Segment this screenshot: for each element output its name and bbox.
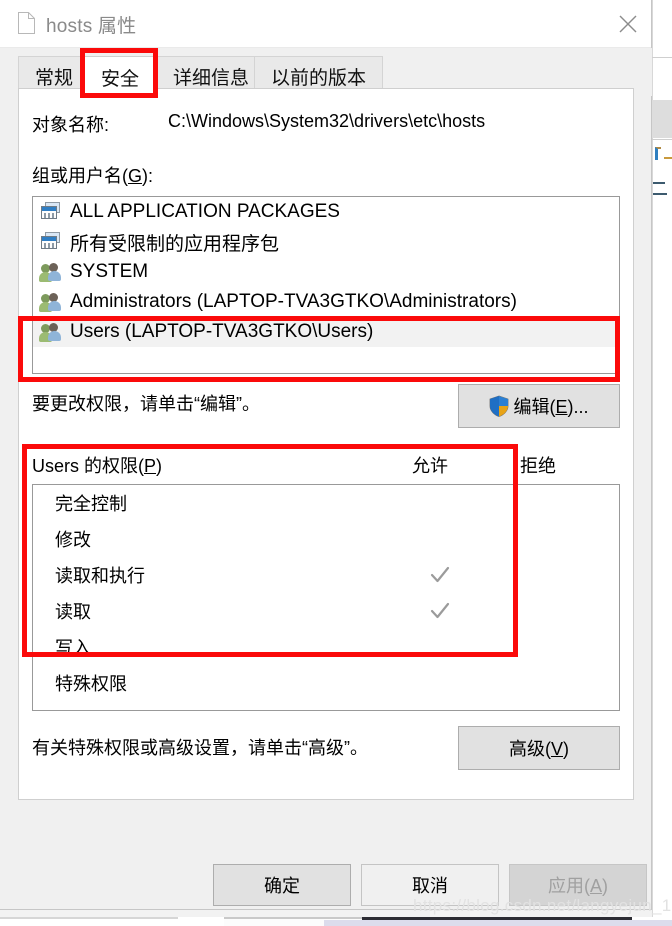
- allow-checkmark-icon: [428, 563, 452, 587]
- window-title: hosts 属性: [46, 16, 137, 37]
- principal-users-row[interactable]: Users (LAPTOP-TVA3GTKO\Users): [33, 317, 619, 347]
- app-package-icon: [40, 201, 64, 223]
- cancel-button-label: 取消: [412, 876, 448, 896]
- permissions-title-accesskey: P: [144, 456, 157, 476]
- permissions-title-prefix: Users 的权限(: [32, 456, 144, 476]
- app-package-icon: [40, 231, 64, 253]
- advanced-hint: 有关特殊权限或高级设置，请单击“高级”。: [32, 738, 368, 758]
- list-item[interactable]: SYSTEM: [33, 257, 619, 287]
- close-icon[interactable]: [605, 0, 651, 47]
- permission-row[interactable]: 读取: [33, 593, 619, 629]
- permission-row[interactable]: 特殊权限: [33, 665, 619, 701]
- tab-label: 详细信息: [173, 68, 250, 89]
- permission-name: 修改: [55, 530, 91, 550]
- ok-button-label: 确定: [264, 876, 300, 896]
- principal-name: 所有受限制的应用程序包: [70, 233, 280, 255]
- edit-button[interactable]: 编辑(E)...: [458, 384, 620, 428]
- tab-label: 常规: [35, 68, 74, 89]
- permission-name: 读取和执行: [55, 566, 145, 586]
- apply-button-label: 应用(A): [548, 872, 608, 898]
- desktop-strip-segment: [0, 917, 178, 919]
- tab-security[interactable]: 安全: [84, 56, 157, 97]
- object-name-label: 对象名称:: [32, 115, 110, 135]
- background-window-glyph: [655, 147, 661, 160]
- background-window-glyph: [653, 193, 667, 195]
- desktop-strip-segment: [224, 917, 362, 919]
- group-label-accesskey: G: [128, 166, 143, 186]
- hosts-properties-dialog: hosts 属性 常规 安全 详细信息 以前的版本 对象名称: C:\Windo…: [0, 0, 652, 910]
- document-icon: [18, 12, 35, 34]
- background-window-divider: [652, 57, 672, 58]
- apply-label-prefix: 应用(: [547, 876, 590, 896]
- edit-permissions-hint: 要更改权限，请单击“编辑”。: [32, 394, 260, 414]
- column-header-deny: 拒绝: [520, 456, 556, 476]
- list-item[interactable]: ALL APPLICATION PACKAGES: [33, 197, 619, 227]
- edit-label-prefix: 编辑(: [513, 397, 556, 417]
- principal-name: ALL APPLICATION PACKAGES: [70, 201, 340, 222]
- permission-name: 特殊权限: [55, 674, 127, 694]
- ok-button[interactable]: 确定: [213, 864, 351, 906]
- group-or-user-names-list[interactable]: ALL APPLICATION PACKAGES 所有受限制的应用程序包 SYS…: [32, 196, 620, 374]
- background-window-glyph: [653, 182, 665, 184]
- users-group-icon: [39, 321, 64, 343]
- principal-name: Administrators (LAPTOP-TVA3GTKO\Administ…: [70, 291, 517, 312]
- group-label-suffix: ):: [142, 166, 154, 186]
- list-item[interactable]: 所有受限制的应用程序包: [33, 227, 619, 257]
- edit-button-label: 编辑(E)...: [513, 393, 588, 419]
- advanced-button[interactable]: 高级(V): [458, 726, 620, 770]
- background-window-header: [652, 100, 672, 138]
- users-group-icon: [39, 261, 64, 283]
- watermark: https://blog.csdn.net/langyejun_168: [413, 896, 672, 915]
- allow-checkmark-icon: [428, 599, 452, 623]
- permissions-title: Users 的权限(P): [32, 452, 162, 478]
- permission-row[interactable]: 修改: [33, 521, 619, 557]
- permission-name: 完全控制: [55, 494, 127, 514]
- permission-name: 读取: [55, 602, 91, 622]
- apply-label-accesskey: A: [589, 876, 602, 896]
- group-or-user-names-label: 组或用户名(G):: [32, 162, 153, 188]
- permission-row[interactable]: 完全控制: [33, 485, 619, 521]
- uac-shield-icon: [489, 395, 509, 417]
- column-header-allow: 允许: [412, 456, 448, 476]
- background-window-glyph: [664, 157, 672, 163]
- permission-name: 写入: [55, 638, 91, 658]
- permission-row[interactable]: 写入: [33, 629, 619, 665]
- advanced-label-prefix: 高级(: [508, 739, 551, 759]
- apply-label-suffix: ): [602, 876, 608, 896]
- permissions-title-suffix: ): [156, 456, 163, 476]
- list-item[interactable]: Administrators (LAPTOP-TVA3GTKO\Administ…: [33, 287, 619, 317]
- edit-label-suffix: )...: [567, 397, 589, 417]
- edit-label-accesskey: E: [555, 397, 568, 417]
- title-bar: hosts 属性: [0, 0, 651, 48]
- background-window-divider: [652, 139, 672, 140]
- users-group-icon: [39, 291, 64, 313]
- permissions-list[interactable]: 完全控制 修改 读取和执行 读取 写入 特殊权限: [32, 484, 620, 711]
- principal-name: SYSTEM: [70, 261, 149, 282]
- desktop-strip-segment: [324, 920, 672, 926]
- permission-row[interactable]: 读取和执行: [33, 557, 619, 593]
- screen: hosts 属性 常规 安全 详细信息 以前的版本 对象名称: C:\Windo…: [0, 0, 672, 926]
- tab-label: 以前的版本: [271, 68, 367, 89]
- advanced-label-suffix: ): [563, 739, 569, 759]
- principal-name: Users (LAPTOP-TVA3GTKO\Users): [70, 321, 374, 342]
- tab-label: 安全: [101, 68, 140, 90]
- advanced-button-label: 高级(V): [509, 735, 569, 761]
- group-label-prefix: 组或用户名(: [32, 166, 128, 186]
- advanced-label-accesskey: V: [550, 739, 563, 759]
- object-name-value: C:\Windows\System32\drivers\etc\hosts: [168, 111, 486, 131]
